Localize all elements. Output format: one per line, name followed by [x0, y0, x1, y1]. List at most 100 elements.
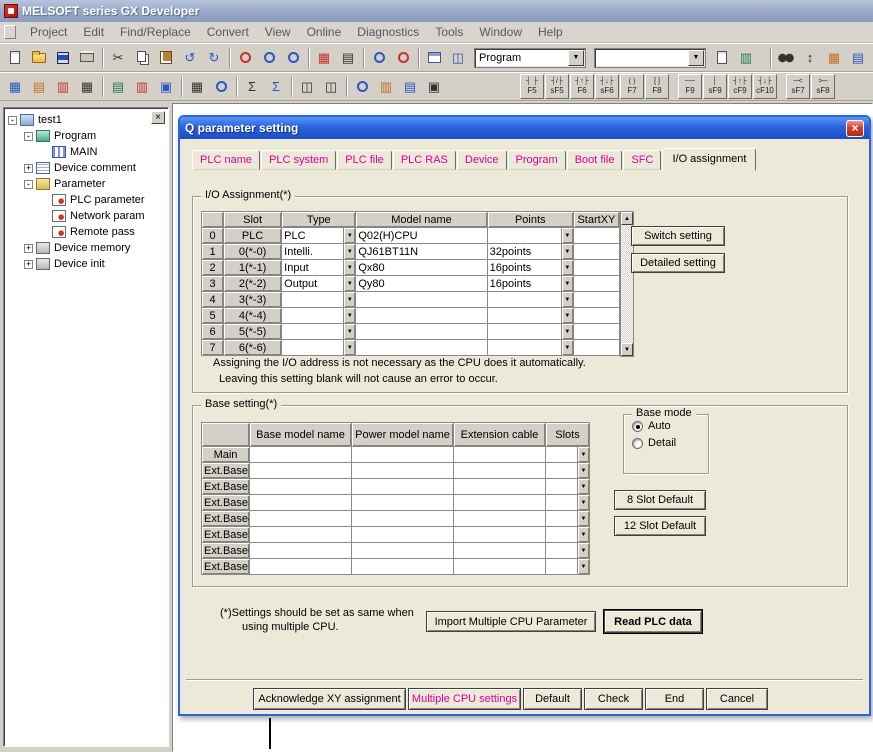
model-cell[interactable] — [356, 308, 487, 324]
startxy-cell[interactable] — [573, 292, 619, 308]
fkey-sf7-button[interactable]: ─<sF7 — [786, 74, 810, 99]
base-model-cell[interactable] — [250, 495, 352, 511]
slots-cell[interactable]: ▼ — [546, 447, 590, 463]
chevron-down-icon[interactable]: ▼ — [568, 50, 584, 66]
default-button[interactable]: Default — [523, 688, 582, 710]
tab-plc-name[interactable]: PLC name — [192, 150, 260, 170]
ext-cable-cell[interactable] — [454, 495, 546, 511]
base-mode-auto-option[interactable]: Auto — [632, 420, 708, 432]
points-cell[interactable]: 16points▼ — [487, 260, 573, 276]
model-cell[interactable] — [356, 340, 487, 356]
collapse-icon[interactable]: - — [8, 116, 17, 125]
read-plc-data-button[interactable]: Read PLC data — [604, 610, 702, 633]
chevron-down-icon[interactable]: ▼ — [577, 495, 589, 510]
tree-item-test1[interactable]: - test1 — [4, 112, 168, 128]
tree-item-program[interactable]: - Program — [4, 128, 168, 144]
find-button[interactable] — [774, 46, 798, 69]
ext-cable-cell[interactable] — [454, 559, 546, 575]
entry-monitor-button[interactable]: ▣ — [422, 75, 446, 98]
tree-item-parameter[interactable]: - Parameter — [4, 176, 168, 192]
ext-cable-cell[interactable] — [454, 463, 546, 479]
device-list-button[interactable]: ▤ — [846, 46, 870, 69]
ladder-mode-button[interactable]: ▦ — [312, 46, 336, 69]
frame-edit-button[interactable]: ◫ — [319, 75, 343, 98]
acknowledge-xy-button[interactable]: Acknowledge XY assignment — [253, 688, 406, 710]
fkey-f6-button[interactable]: ┤↑├F6 — [570, 74, 594, 99]
project-data-list-button[interactable] — [710, 46, 734, 69]
paste-button[interactable] — [154, 46, 178, 69]
sum-clear-button[interactable]: Σ — [264, 75, 288, 98]
startxy-cell[interactable] — [573, 276, 619, 292]
switch-setting-button[interactable]: Switch setting — [631, 226, 725, 246]
scroll-up-icon[interactable]: ▲ — [621, 212, 633, 225]
expand-icon[interactable]: + — [24, 260, 33, 269]
points-cell[interactable]: 16points▼ — [487, 276, 573, 292]
parameter-button[interactable]: ▦ — [3, 75, 27, 98]
chevron-down-icon[interactable]: ▼ — [577, 559, 589, 574]
chevron-down-icon[interactable]: ▼ — [343, 292, 355, 307]
slots-cell[interactable]: ▼ — [546, 463, 590, 479]
model-cell[interactable]: QJ61BT11N — [356, 244, 487, 260]
slots-cell[interactable]: ▼ — [546, 511, 590, 527]
collapse-icon[interactable]: - — [24, 180, 33, 189]
ext-cable-cell[interactable] — [454, 447, 546, 463]
comment-display-button[interactable]: ▥ — [734, 46, 758, 69]
slots-cell[interactable]: ▼ — [546, 543, 590, 559]
find-instruction-button[interactable] — [257, 46, 281, 69]
chevron-down-icon[interactable]: ▼ — [561, 324, 573, 339]
startxy-cell[interactable] — [573, 260, 619, 276]
expand-icon[interactable]: + — [24, 244, 33, 253]
device-batch-button[interactable]: ▤ — [398, 75, 422, 98]
startxy-cell[interactable] — [573, 324, 619, 340]
fkey-f5-button[interactable]: ┤ ├F5 — [520, 74, 544, 99]
find-next-button[interactable]: ↕ — [798, 46, 822, 69]
chevron-down-icon[interactable]: ▼ — [577, 479, 589, 494]
device-comment-button[interactable]: ▤ — [27, 75, 51, 98]
fkey-sf5-button[interactable]: ┤/├sF5 — [545, 74, 569, 99]
base-mode-detail-option[interactable]: Detail — [632, 437, 708, 449]
startxy-cell[interactable] — [573, 228, 619, 244]
power-model-cell[interactable] — [352, 447, 454, 463]
cut-button[interactable]: ✂ — [106, 46, 130, 69]
chevron-down-icon[interactable]: ▼ — [561, 308, 573, 323]
copy-button[interactable] — [130, 46, 154, 69]
slots-cell[interactable]: ▼ — [546, 559, 590, 575]
chevron-down-icon[interactable]: ▼ — [561, 228, 573, 243]
tree-item-network-param[interactable]: Network param — [4, 208, 168, 224]
end-button[interactable]: End — [645, 688, 704, 710]
frame-button[interactable]: ◫ — [295, 75, 319, 98]
menu-window[interactable]: Window — [471, 23, 530, 41]
power-model-cell[interactable] — [352, 543, 454, 559]
type-cell[interactable]: ▼ — [282, 308, 356, 324]
chevron-down-icon[interactable]: ▼ — [561, 340, 573, 355]
fkey-cf10-button[interactable]: ┤↓├cF10 — [753, 74, 777, 99]
radio-unchecked-icon[interactable] — [632, 438, 643, 449]
chevron-down-icon[interactable]: ▼ — [343, 324, 355, 339]
type-cell[interactable]: ▼ — [282, 292, 356, 308]
tab-plc-ras[interactable]: PLC RAS — [393, 150, 456, 170]
dialog-titlebar[interactable]: Q parameter setting × — [180, 117, 869, 139]
print-button[interactable] — [75, 46, 99, 69]
collapse-icon[interactable]: - — [24, 132, 33, 141]
chevron-down-icon[interactable]: ▼ — [688, 50, 704, 66]
cascade-windows-button[interactable]: ◫ — [446, 46, 470, 69]
chevron-down-icon[interactable]: ▼ — [561, 276, 573, 291]
expand-icon[interactable]: + — [24, 164, 33, 173]
type-cell[interactable]: PLC▼ — [282, 228, 356, 244]
chevron-down-icon[interactable]: ▼ — [577, 527, 589, 542]
slot12-default-button[interactable]: 12 Slot Default — [614, 516, 706, 536]
chevron-down-icon[interactable]: ▼ — [343, 340, 355, 355]
points-cell[interactable]: ▼ — [487, 292, 573, 308]
tab-boot-file[interactable]: Boot file — [567, 150, 623, 170]
open-project-button[interactable] — [27, 46, 51, 69]
menu-find-replace[interactable]: Find/Replace — [112, 23, 199, 41]
sum-check-button[interactable]: Σ — [240, 75, 264, 98]
chevron-down-icon[interactable]: ▼ — [343, 308, 355, 323]
slots-cell[interactable]: ▼ — [546, 479, 590, 495]
fkey-f7-button[interactable]: ( )F7 — [620, 74, 644, 99]
chevron-down-icon[interactable]: ▼ — [343, 260, 355, 275]
chevron-down-icon[interactable]: ▼ — [561, 260, 573, 275]
base-model-cell[interactable] — [250, 527, 352, 543]
points-cell[interactable]: 32points▼ — [487, 244, 573, 260]
chevron-down-icon[interactable]: ▼ — [577, 511, 589, 526]
